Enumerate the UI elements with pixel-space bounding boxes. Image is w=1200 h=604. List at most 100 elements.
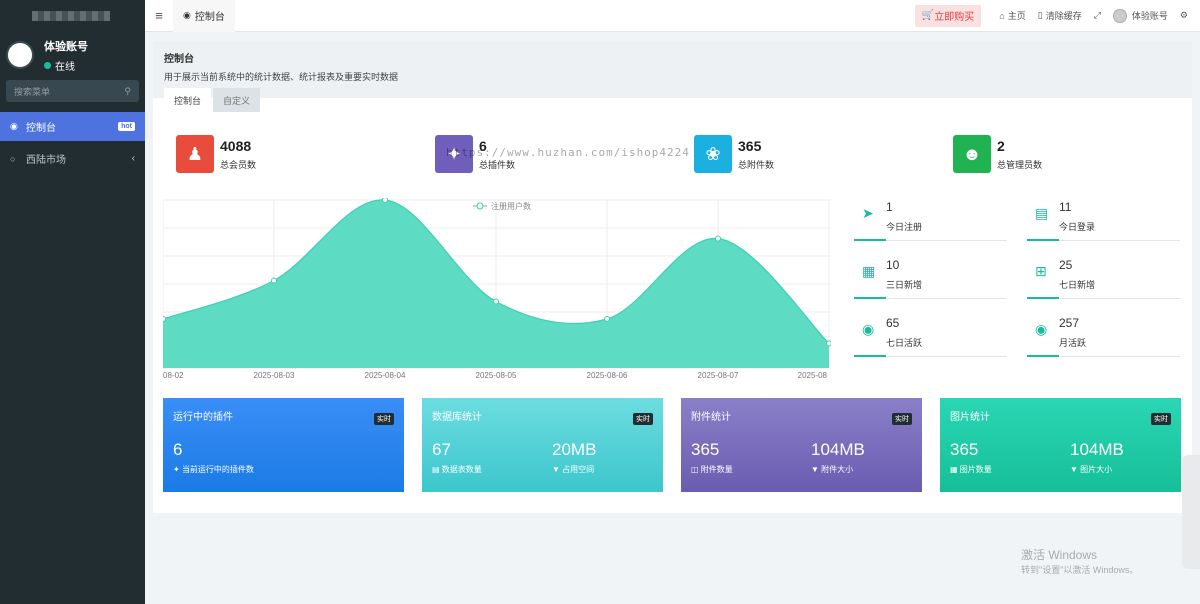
mini-value: 11 bbox=[1059, 200, 1072, 214]
page-description: 用于展示当前系统中的统计数据、统计报表及重要实时数据 bbox=[164, 72, 399, 82]
sidebar-item-label: 西陆市场 bbox=[26, 155, 66, 166]
status-text: 在线 bbox=[55, 61, 75, 73]
tab-dashboard[interactable]: ◉ 控制台 bbox=[173, 0, 235, 32]
card-sub: ▤ 数据表数量 bbox=[432, 465, 482, 474]
stat-label: 总会员数 bbox=[220, 159, 257, 170]
user-menu-label: 体验账号 bbox=[1131, 11, 1168, 21]
card-value: 6 bbox=[173, 440, 183, 459]
cart-icon: 🛒 bbox=[921, 10, 935, 21]
stat-admins: ☻ 2 总管理员数 bbox=[953, 135, 1042, 173]
floating-toolbar[interactable] bbox=[1182, 455, 1200, 569]
content-tabs: 控制台 自定义 bbox=[164, 88, 262, 112]
data-point[interactable] bbox=[826, 340, 832, 347]
mini-stat-today-register: ➤ 1 今日注册 bbox=[854, 199, 1007, 241]
mini-label: 月活跃 bbox=[1059, 338, 1087, 348]
mini-value: 257 bbox=[1059, 316, 1080, 330]
chevron-left-icon: ‹ bbox=[131, 153, 135, 164]
card-sub: ✦ 当前运行中的插件数 bbox=[173, 465, 254, 474]
card-value: 365 bbox=[950, 440, 979, 459]
user-menu[interactable]: 体验账号 bbox=[1107, 8, 1174, 23]
stat-attachments: ❀ 365 总附件数 bbox=[694, 135, 774, 173]
tab-dashboard[interactable]: 控制台 bbox=[164, 88, 212, 112]
x-tick-label: 2025-08-05 bbox=[476, 371, 517, 380]
data-point[interactable] bbox=[271, 277, 277, 284]
menu-toggle-icon[interactable]: ≡ bbox=[145, 8, 173, 23]
card-sub-label: 当前运行中的插件数 bbox=[181, 465, 254, 474]
dashboard-icon: ◉ bbox=[10, 121, 18, 131]
data-point[interactable] bbox=[382, 198, 388, 203]
buy-now-button[interactable]: 🛒 立即购买 bbox=[914, 4, 982, 27]
card-value: 104MB bbox=[1070, 440, 1124, 459]
realtime-badge: 实时 bbox=[374, 413, 394, 425]
search-icon[interactable]: ⚲ bbox=[124, 86, 131, 97]
online-dot-icon bbox=[44, 61, 51, 69]
card-database: 数据库统计 实时 67 ▤ 数据表数量 20MB ▼ 占用空间 bbox=[422, 398, 663, 492]
fullscreen-icon[interactable]: ⤢ bbox=[1088, 10, 1107, 21]
stat-value: 4088 bbox=[220, 137, 252, 154]
card-sub: ▼ 占用空间 bbox=[552, 465, 595, 474]
mini-label: 三日新增 bbox=[886, 280, 923, 290]
user-circle-icon: ◉ bbox=[862, 321, 875, 337]
clear-cache-button[interactable]: ▯ 清除缓存 bbox=[1032, 9, 1088, 22]
x-tick-label: 2025-08 bbox=[798, 371, 828, 380]
card-sub: ▼ 图片大小 bbox=[1070, 465, 1113, 474]
search-menu-input[interactable]: 搜索菜单 ⚲ bbox=[6, 80, 139, 102]
card-value: 20MB bbox=[552, 440, 597, 459]
realtime-badge: 实时 bbox=[633, 413, 653, 425]
hot-badge: hot bbox=[118, 122, 135, 131]
card-value: 365 bbox=[691, 440, 720, 459]
page-header: 控制台 用于展示当前系统中的统计数据、统计报表及重要实时数据 bbox=[153, 41, 1192, 98]
calendar-icon: ▦ bbox=[862, 263, 876, 279]
topbar: ≡ ◉ 控制台 🛒 立即购买 ⌂ 主页 ▯ 清除缓存 ⤢ 体验账号 ⚙ bbox=[145, 0, 1200, 32]
stat-label: 总附件数 bbox=[738, 159, 775, 170]
users-icon: ♟ bbox=[176, 135, 214, 173]
sidebar-item-label: 控制台 bbox=[26, 123, 56, 134]
mini-label: 今日登录 bbox=[1059, 222, 1096, 232]
sidebar-item-dashboard[interactable]: ◉ 控制台 hot bbox=[0, 112, 145, 141]
home-link[interactable]: ⌂ 主页 bbox=[993, 9, 1031, 22]
card-title: 运行中的插件 bbox=[173, 412, 233, 423]
mini-stat-3day-new: ▦ 10 三日新增 bbox=[854, 257, 1007, 299]
buy-label: 立即购买 bbox=[934, 12, 975, 23]
x-tick-label: 2025-08-04 bbox=[365, 371, 406, 380]
mini-stat-7day-new: ⊞ 25 七日新增 bbox=[1027, 257, 1180, 299]
card-sub: ▼ 附件大小 bbox=[811, 465, 854, 474]
id-card-icon: ▤ bbox=[1035, 205, 1049, 221]
legend-label[interactable]: 注册用户数 bbox=[491, 201, 531, 211]
mini-stat-month-active: ◉ 257 月活跃 bbox=[1027, 315, 1180, 357]
home-icon: ⌂ bbox=[999, 10, 1005, 21]
sidebar-item-market[interactable]: ○ 西陆市场 ‹ bbox=[0, 144, 145, 173]
tab-custom[interactable]: 自定义 bbox=[213, 88, 261, 112]
card-images: 图片统计 实时 365 ▦ 图片数量 104MB ▼ 图片大小 bbox=[940, 398, 1181, 492]
circle-icon: ○ bbox=[10, 153, 16, 164]
legend-marker bbox=[476, 202, 484, 210]
mini-stat-7day-active: ◉ 65 七日活跃 bbox=[854, 315, 1007, 357]
leaf-icon: ❀ bbox=[694, 135, 732, 173]
data-point[interactable] bbox=[715, 235, 721, 242]
stat-label: 总管理员数 bbox=[997, 159, 1043, 170]
sidebar: 体验账号 在线 搜索菜单 ⚲ ◉ 控制台 hot ○ 西陆市场 ‹ bbox=[0, 0, 145, 604]
mini-value: 65 bbox=[886, 316, 900, 330]
main-panel: 控制台 用于展示当前系统中的统计数据、统计报表及重要实时数据 控制台 自定义 ♟… bbox=[153, 41, 1192, 513]
card-attachments: 附件统计 实时 365 ◫ 附件数量 104MB ▼ 附件大小 bbox=[681, 398, 922, 492]
data-point[interactable] bbox=[163, 316, 166, 322]
card-sub-label: 图片大小 bbox=[1080, 465, 1113, 474]
mini-value: 25 bbox=[1059, 258, 1073, 272]
data-point[interactable] bbox=[493, 298, 499, 305]
stat-value: 365 bbox=[738, 137, 762, 154]
x-tick-label: 2025-08-06 bbox=[587, 371, 628, 380]
logo-mosaic bbox=[32, 11, 110, 21]
settings-icon[interactable]: ⚙ bbox=[1174, 10, 1194, 21]
card-running-plugins: 运行中的插件 实时 6 ✦ 当前运行中的插件数 bbox=[163, 398, 404, 492]
x-tick-label: 08-02 bbox=[163, 371, 184, 380]
registration-chart: 08-02 2025-08-03 2025-08-04 2025-08-05 2025-… bbox=[163, 198, 831, 380]
calendar-plus-icon: ⊞ bbox=[1035, 263, 1047, 279]
windows-activation-title: 激活 Windows bbox=[1021, 548, 1098, 562]
mini-label: 七日活跃 bbox=[886, 338, 923, 348]
realtime-badge: 实时 bbox=[892, 413, 912, 425]
data-point[interactable] bbox=[604, 316, 610, 322]
stat-value: 2 bbox=[997, 137, 1005, 154]
logo[interactable] bbox=[0, 0, 145, 32]
home-label: 主页 bbox=[1007, 11, 1026, 21]
user-circle-icon: ◉ bbox=[1035, 321, 1048, 337]
